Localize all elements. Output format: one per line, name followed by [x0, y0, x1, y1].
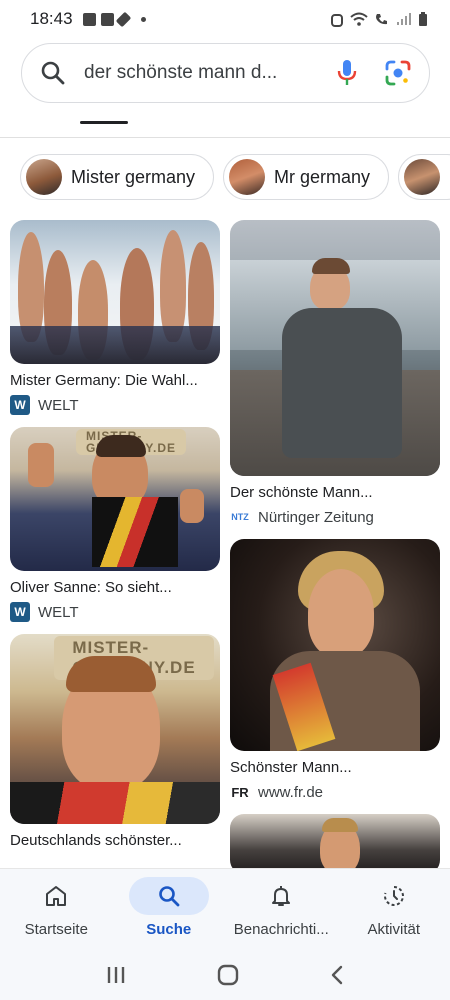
- nav-icon-container: [241, 877, 321, 915]
- home-icon: [46, 886, 67, 906]
- image-result[interactable]: Schönster Mann... FR www.fr.de: [230, 539, 440, 802]
- search-tabs: [0, 110, 450, 138]
- chip-thumbnail: [26, 159, 62, 195]
- call-icon: [376, 13, 387, 24]
- home-button-icon[interactable]: [217, 964, 239, 986]
- ntz-logo-icon: NTZ: [231, 512, 249, 522]
- search-icon: [158, 886, 180, 907]
- chip-mister-germany[interactable]: Mister germany: [20, 154, 215, 200]
- result-image[interactable]: [230, 814, 440, 868]
- back-icon[interactable]: [329, 964, 345, 986]
- alarm-icon: [331, 13, 343, 27]
- result-image[interactable]: [230, 220, 440, 476]
- signal-icon: [397, 13, 411, 25]
- nav-label: Benachrichti...: [233, 921, 329, 938]
- more-notifications-icon: [140, 16, 146, 22]
- chip-more[interactable]: B: [398, 154, 450, 200]
- activity-icon: [383, 886, 404, 906]
- result-title[interactable]: Oliver Sanne: So sieht...: [10, 579, 220, 596]
- image-result[interactable]: [230, 814, 440, 868]
- result-source[interactable]: W WELT: [10, 602, 220, 622]
- nav-home[interactable]: Startseite: [0, 877, 112, 938]
- image-result[interactable]: Mister Germany: Die Wahl... W WELT: [10, 220, 220, 415]
- search-input[interactable]: der schönste mann d...: [84, 62, 337, 84]
- result-image[interactable]: [230, 539, 440, 751]
- welt-logo-icon: W: [10, 602, 30, 622]
- nav-activity[interactable]: Aktivität: [338, 877, 450, 938]
- search-icon[interactable]: [40, 60, 66, 86]
- pen-icon: [115, 11, 131, 27]
- recent-apps-icon[interactable]: [105, 965, 127, 985]
- result-source-name: WELT: [38, 603, 79, 621]
- system-navigation-bar: [0, 950, 450, 1000]
- nav-icon-container: [16, 877, 96, 915]
- gallery-icon: [82, 12, 96, 26]
- result-source[interactable]: NTZ Nürtinger Zeitung: [230, 507, 440, 527]
- chip-label: Mister germany: [71, 166, 196, 187]
- result-source[interactable]: FR www.fr.de: [230, 782, 440, 802]
- image-results-grid: Mister Germany: Die Wahl... W WELT MISTE…: [0, 220, 450, 868]
- notification-app-icon: [100, 12, 114, 26]
- result-image[interactable]: [10, 220, 220, 364]
- bell-icon: [272, 886, 291, 906]
- nav-icon-container: [354, 877, 434, 915]
- nav-label: Suche: [146, 921, 192, 938]
- search-bar[interactable]: der schönste mann d...: [21, 43, 430, 103]
- result-source-name: www.fr.de: [258, 783, 324, 801]
- chip-label: Mr germany: [274, 166, 371, 187]
- system-status-icons: [330, 11, 428, 27]
- image-result[interactable]: MISTER- GERMANY.DE Deutschlands schönste…: [10, 634, 220, 849]
- battery-icon: [419, 11, 427, 26]
- welt-logo-icon: W: [10, 395, 30, 415]
- chip-thumbnail: [404, 159, 441, 195]
- fr-logo-icon: FR: [231, 784, 249, 800]
- result-source-name: WELT: [38, 396, 79, 414]
- bottom-navigation: Startseite Suche Benachrichti... Aktivit…: [0, 868, 450, 950]
- status-time: 18:43: [30, 9, 73, 28]
- image-result[interactable]: MISTER- GERMANY.DE Oliver Sanne: So sieh…: [10, 427, 220, 622]
- nav-icon-container: [128, 877, 209, 915]
- wifi-icon: [350, 12, 368, 26]
- google-lens-icon[interactable]: [385, 60, 411, 86]
- nav-label: Aktivität: [367, 921, 420, 938]
- result-title[interactable]: Mister Germany: Die Wahl...: [10, 372, 220, 389]
- status-bar: 18:43: [0, 0, 450, 38]
- image-result[interactable]: Der schönste Mann... NTZ Nürtinger Zeitu…: [230, 220, 440, 527]
- result-source-name: Nürtinger Zeitung: [258, 508, 374, 526]
- results-column-left: Mister Germany: Die Wahl... W WELT MISTE…: [10, 220, 220, 861]
- nav-search[interactable]: Suche: [113, 877, 225, 938]
- suggestion-chips: Mister germany Mr germany B: [20, 154, 450, 200]
- active-tab-indicator: [80, 121, 128, 124]
- result-image[interactable]: MISTER- GERMANY.DE: [10, 634, 220, 824]
- result-image[interactable]: MISTER- GERMANY.DE: [10, 427, 220, 571]
- microphone-icon[interactable]: [337, 59, 357, 87]
- results-column-right: Der schönste Mann... NTZ Nürtinger Zeitu…: [230, 220, 440, 868]
- result-source[interactable]: W WELT: [10, 395, 220, 415]
- nav-label: Startseite: [24, 921, 88, 938]
- result-title[interactable]: Schönster Mann...: [230, 759, 440, 776]
- chip-mr-germany[interactable]: Mr germany: [223, 154, 390, 200]
- result-title[interactable]: Deutschlands schönster...: [10, 832, 220, 849]
- nav-notifications[interactable]: Benachrichti...: [225, 877, 337, 938]
- chip-thumbnail: [229, 159, 266, 195]
- result-title[interactable]: Der schönste Mann...: [230, 484, 440, 501]
- notification-icons: [82, 11, 146, 27]
